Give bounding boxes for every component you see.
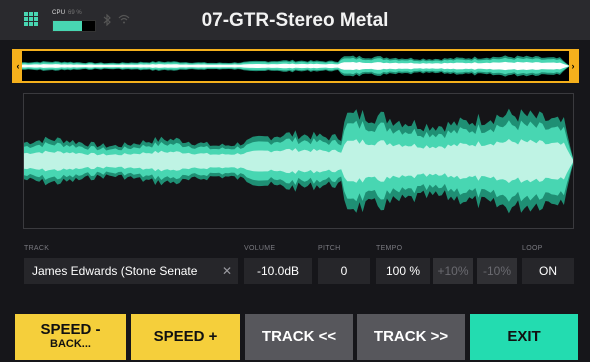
main-waveform (24, 108, 573, 214)
overview-waveform (22, 55, 569, 77)
sampler-screen: CPU 69 % 07-GTR-Stereo Metal ‹ › TRACK V… (0, 0, 590, 362)
speed-back-button[interactable]: SPEED - BACK... (15, 314, 126, 360)
waveform-display[interactable] (23, 93, 574, 229)
header-bar: CPU 69 % 07-GTR-Stereo Metal (0, 0, 590, 40)
speed-plus-label: SPEED + (153, 328, 218, 345)
loop-label: LOOP (522, 245, 543, 252)
track-value: James Edwards (Stone Senate (32, 264, 198, 278)
track-field[interactable]: James Edwards (Stone Senate ✕ (24, 258, 238, 284)
tempo-field[interactable]: 100 % (376, 258, 430, 284)
loop-toggle[interactable]: ON (522, 258, 574, 284)
exit-button[interactable]: EXIT (470, 314, 578, 360)
speed-back-label: SPEED - (40, 321, 101, 338)
speed-plus-button[interactable]: SPEED + (131, 314, 240, 360)
sample-title: 07-GTR-Stereo Metal (201, 10, 389, 31)
volume-field[interactable]: -10.0dB (244, 258, 312, 284)
track-next-label: TRACK >> (373, 328, 449, 345)
scroll-right-icon[interactable]: › (569, 51, 577, 81)
pitch-label: PITCH (318, 245, 341, 252)
clear-icon[interactable]: ✕ (222, 258, 232, 284)
track-next-button[interactable]: TRACK >> (357, 314, 465, 360)
track-label: TRACK (24, 245, 50, 252)
exit-label: EXIT (507, 328, 541, 345)
tempo-label: TEMPO (376, 245, 403, 252)
speed-back-sublabel: BACK... (50, 338, 91, 350)
waveform-overview[interactable]: ‹ › (12, 49, 579, 83)
scroll-left-icon[interactable]: ‹ (14, 51, 22, 81)
tempo-plus-button[interactable]: +10% (433, 258, 473, 284)
tempo-minus-button[interactable]: -10% (477, 258, 517, 284)
volume-label: VOLUME (244, 245, 276, 252)
pitch-field[interactable]: 0 (318, 258, 370, 284)
track-prev-label: TRACK << (261, 328, 337, 345)
track-prev-button[interactable]: TRACK << (245, 314, 353, 360)
